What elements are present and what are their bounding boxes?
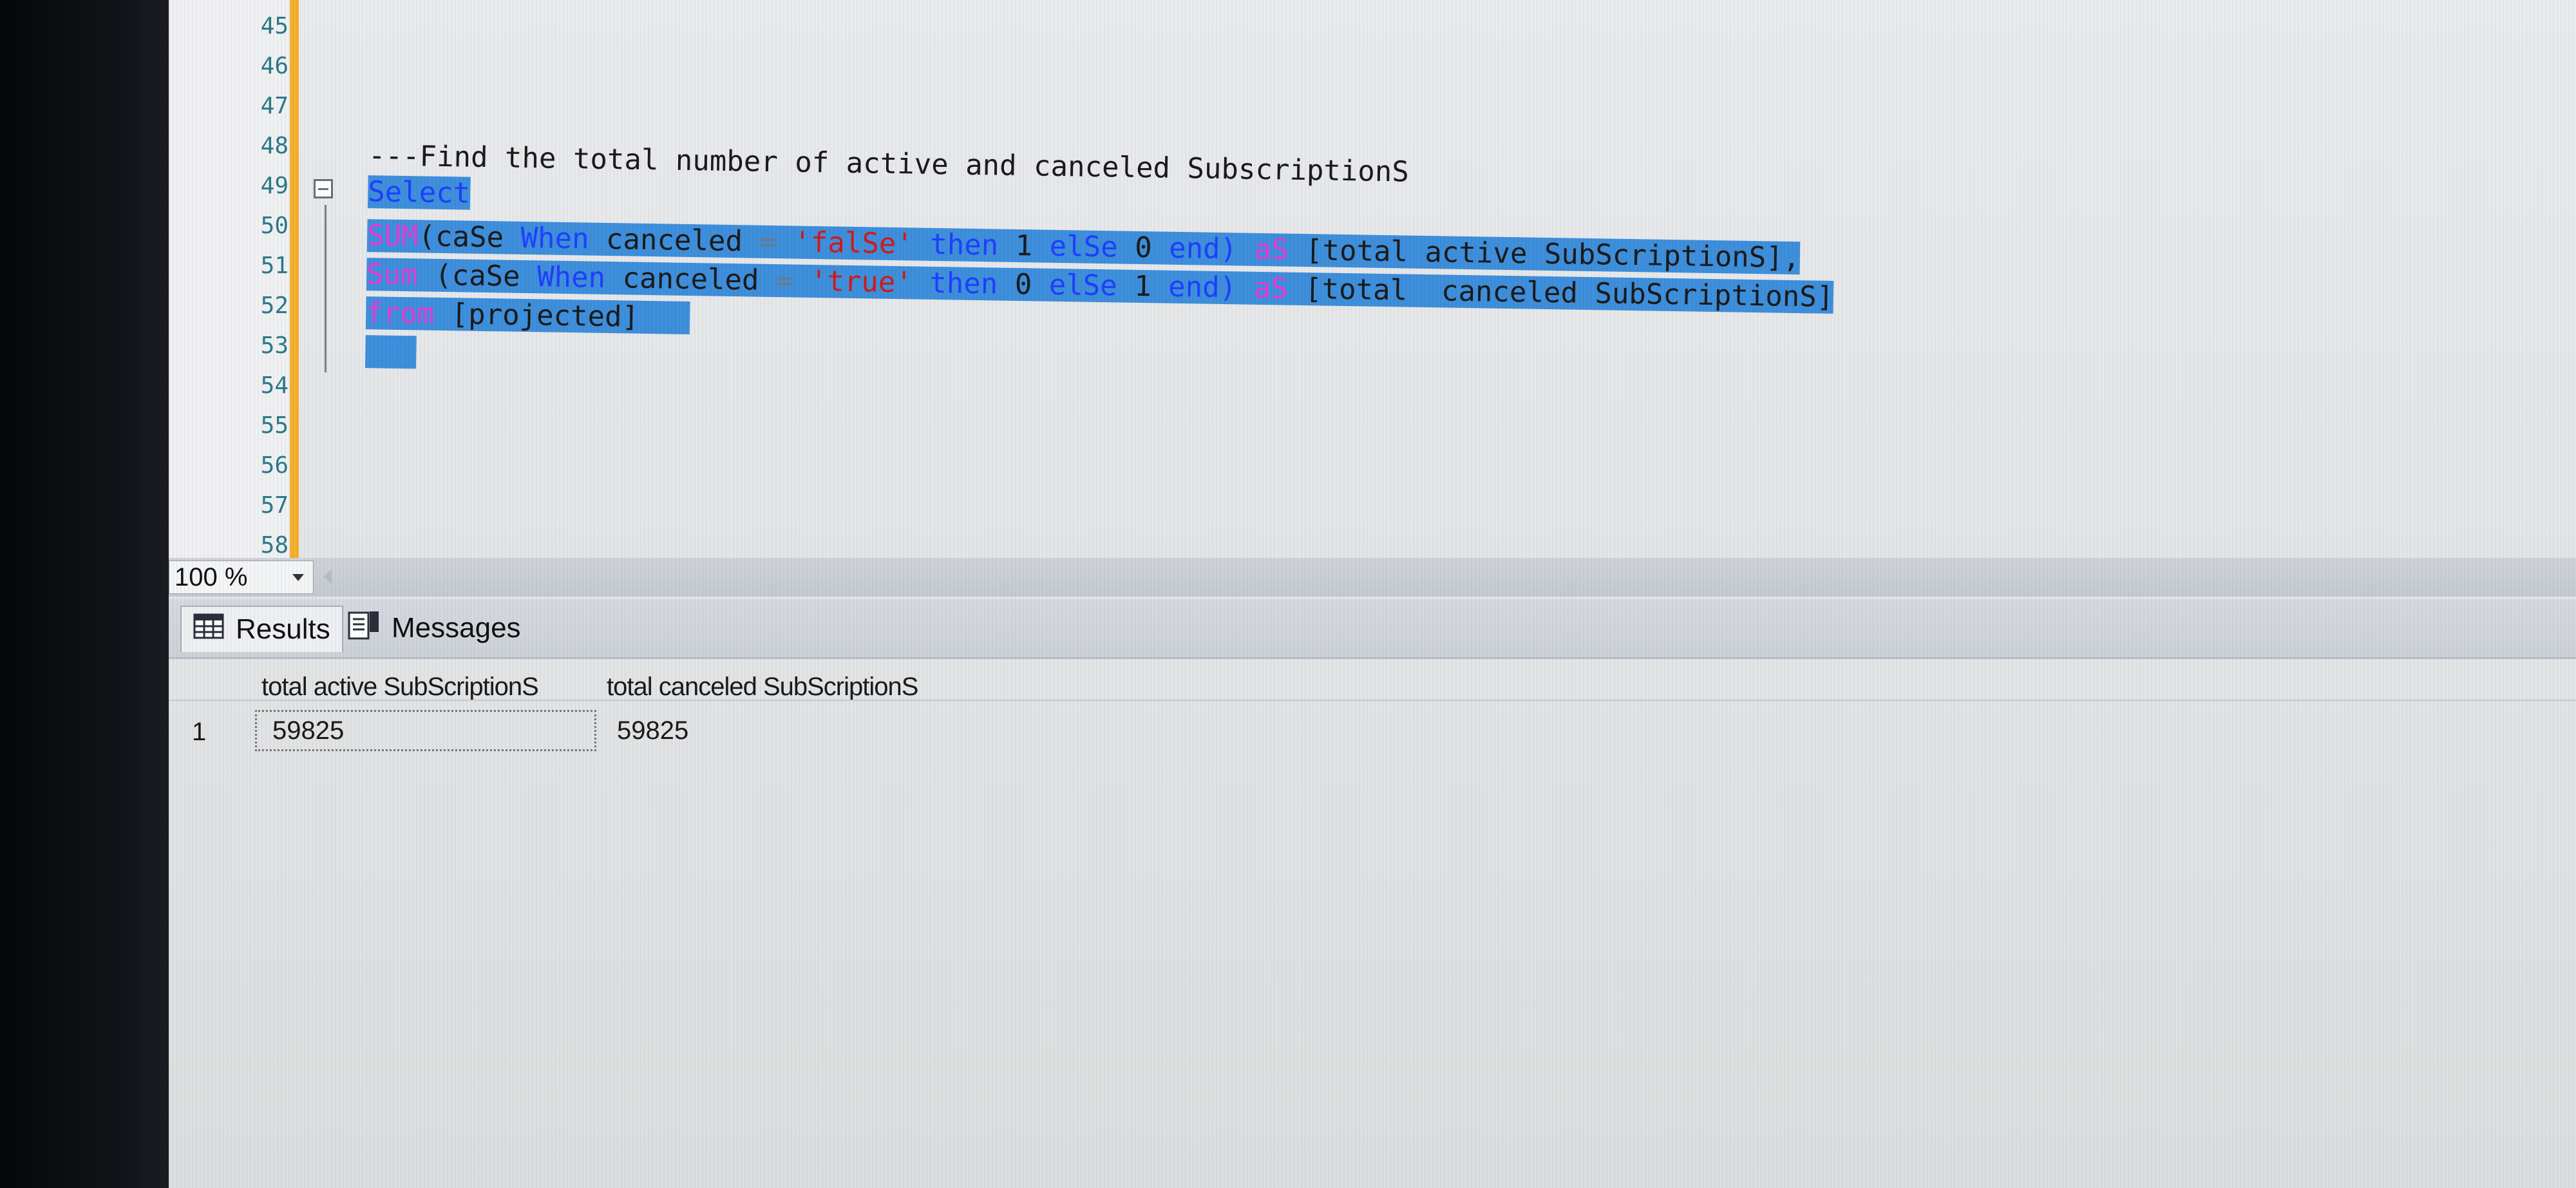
tab-messages[interactable]: Messages [348, 606, 521, 651]
zoom-value: 100 % [175, 562, 248, 591]
column-header[interactable]: total canceled SubScriptionS [607, 673, 918, 702]
keyword: Select [367, 175, 471, 210]
row-number[interactable]: 1 [192, 718, 206, 747]
tab-results-label: Results [236, 613, 330, 645]
code-line-select: Select [367, 175, 471, 210]
header-divider [169, 700, 2576, 701]
messages-icon [348, 610, 380, 647]
table-cell[interactable]: 59825 [601, 710, 936, 751]
ssms-window: 45 46 47 48 49 50 51 52 53 54 55 56 57 5… [169, 0, 2576, 1188]
zoom-bar: 100 % [169, 558, 2576, 597]
table-cell-selected[interactable]: 59825 [255, 710, 596, 751]
tab-results[interactable]: Results [180, 606, 343, 652]
results-grid: total active SubScriptionS total cancele… [169, 660, 2576, 1188]
scroll-left-icon[interactable] [323, 570, 332, 584]
chevron-down-icon[interactable] [292, 574, 304, 581]
comment-line: ---Find the total number of active and c… [368, 139, 1410, 189]
code-line-empty [365, 335, 417, 369]
monitor-bezel [0, 0, 169, 1188]
query-editor[interactable]: ---Find the total number of active and c… [169, 0, 2576, 595]
column-header[interactable]: total active SubScriptionS [261, 673, 539, 702]
zoom-dropdown[interactable]: 100 % [169, 560, 314, 594]
results-tabs: Results Messages [169, 599, 2576, 659]
grid-icon [193, 613, 224, 646]
code-line-from: from [projected] [365, 296, 690, 335]
tab-messages-label: Messages [392, 612, 521, 644]
